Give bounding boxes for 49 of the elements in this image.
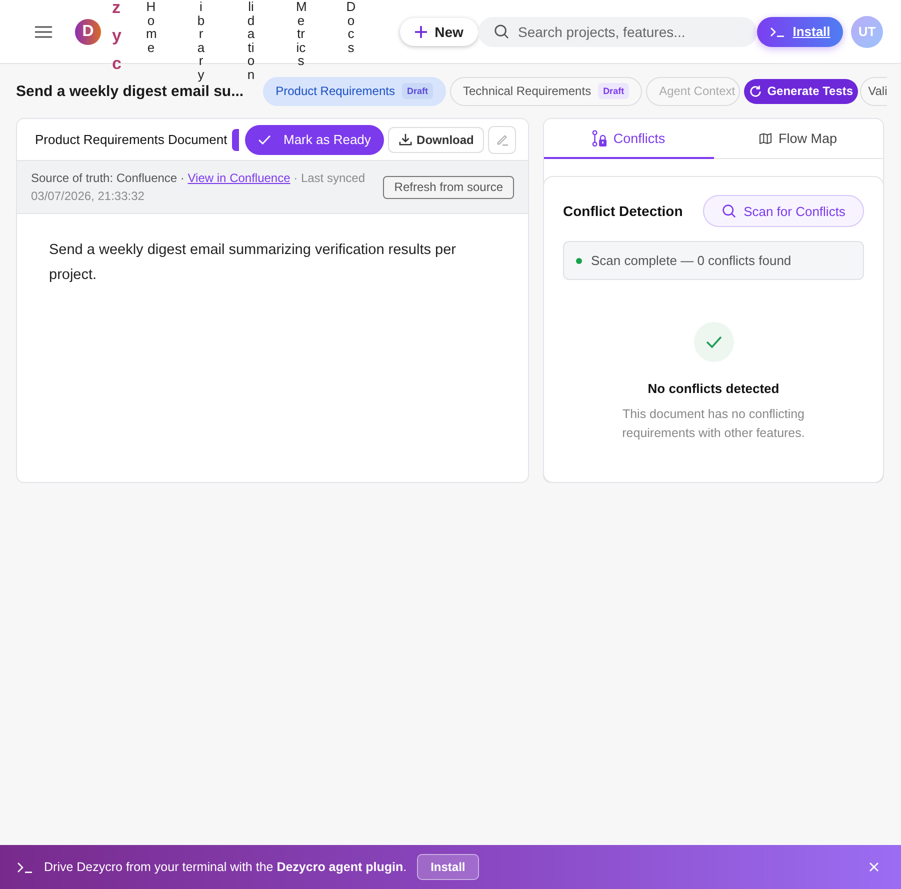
nav-link[interactable]: lidation: [246, 0, 256, 81]
pencil-icon: [496, 133, 509, 146]
document-title: Product Requirements Document: [35, 132, 228, 147]
mark-ready-button[interactable]: Mark as Ready: [245, 124, 384, 154]
branch-lock-icon: [592, 130, 608, 146]
document-tab[interactable]: Technical Requirements Draft: [450, 76, 642, 106]
document-tab[interactable]: Product Requirements Draft: [262, 76, 446, 106]
refresh-button[interactable]: Refresh from source: [383, 176, 514, 198]
download-button[interactable]: Download: [388, 126, 484, 152]
refresh-icon: [749, 84, 762, 98]
menu-icon[interactable]: [35, 26, 52, 38]
sync-info: Source of truth: Confluence · View in Confluence · Last synced 03/07/2026, 21:33:32: [31, 170, 366, 205]
logo[interactable]: D: [75, 18, 101, 44]
panel-tab[interactable]: Flow Map: [714, 119, 883, 159]
check-icon: [258, 134, 272, 144]
status-text: Scan complete — 0 conflicts found: [591, 253, 792, 268]
nav-link[interactable]: Home: [146, 0, 156, 81]
close-icon[interactable]: [869, 862, 879, 872]
check-circle-icon: [694, 322, 734, 362]
logo-text: zyc: [112, 0, 122, 75]
status-badge: [232, 128, 240, 150]
terminal-icon: [17, 862, 32, 872]
draft-badge: Draft: [402, 83, 433, 99]
confluence-link[interactable]: View in Confluence: [188, 171, 290, 185]
status-dot-icon: [576, 258, 582, 264]
feature-title: Send a weekly digest email su...: [16, 82, 244, 100]
search-icon: [494, 24, 509, 39]
empty-title: No conflicts detected: [648, 381, 780, 396]
banner-text: Drive Dezycro from your terminal with the Dezycro agent plugin.: [44, 860, 407, 874]
banner-install-button[interactable]: Install: [416, 854, 480, 880]
document-tab[interactable]: Vali: [860, 76, 888, 106]
edit-button[interactable]: [488, 126, 516, 154]
download-icon: [398, 133, 412, 146]
terminal-icon: [770, 26, 784, 36]
new-button[interactable]: New: [400, 18, 478, 46]
document-text: Send a weekly digest email summarizing verification results per project.: [49, 241, 457, 285]
install-button[interactable]: Install: [757, 16, 843, 46]
search-input[interactable]: Search projects, features...: [518, 24, 745, 40]
search-icon: [722, 204, 736, 218]
empty-text: This document has no conflicting requirements with other features.: [621, 406, 806, 442]
scan-button[interactable]: Scan for Conflicts: [703, 195, 864, 227]
nav-link[interactable]: ibrary: [196, 0, 206, 81]
section-heading: Conflict Detection: [563, 203, 683, 219]
panel-tab[interactable]: Conflicts: [544, 119, 714, 159]
generate-tests-button[interactable]: Generate Tests: [744, 78, 858, 104]
plus-icon: [414, 26, 427, 38]
map-icon: [759, 132, 772, 144]
draft-badge: Draft: [598, 83, 630, 99]
search-field[interactable]: Search projects, features...: [478, 16, 757, 46]
